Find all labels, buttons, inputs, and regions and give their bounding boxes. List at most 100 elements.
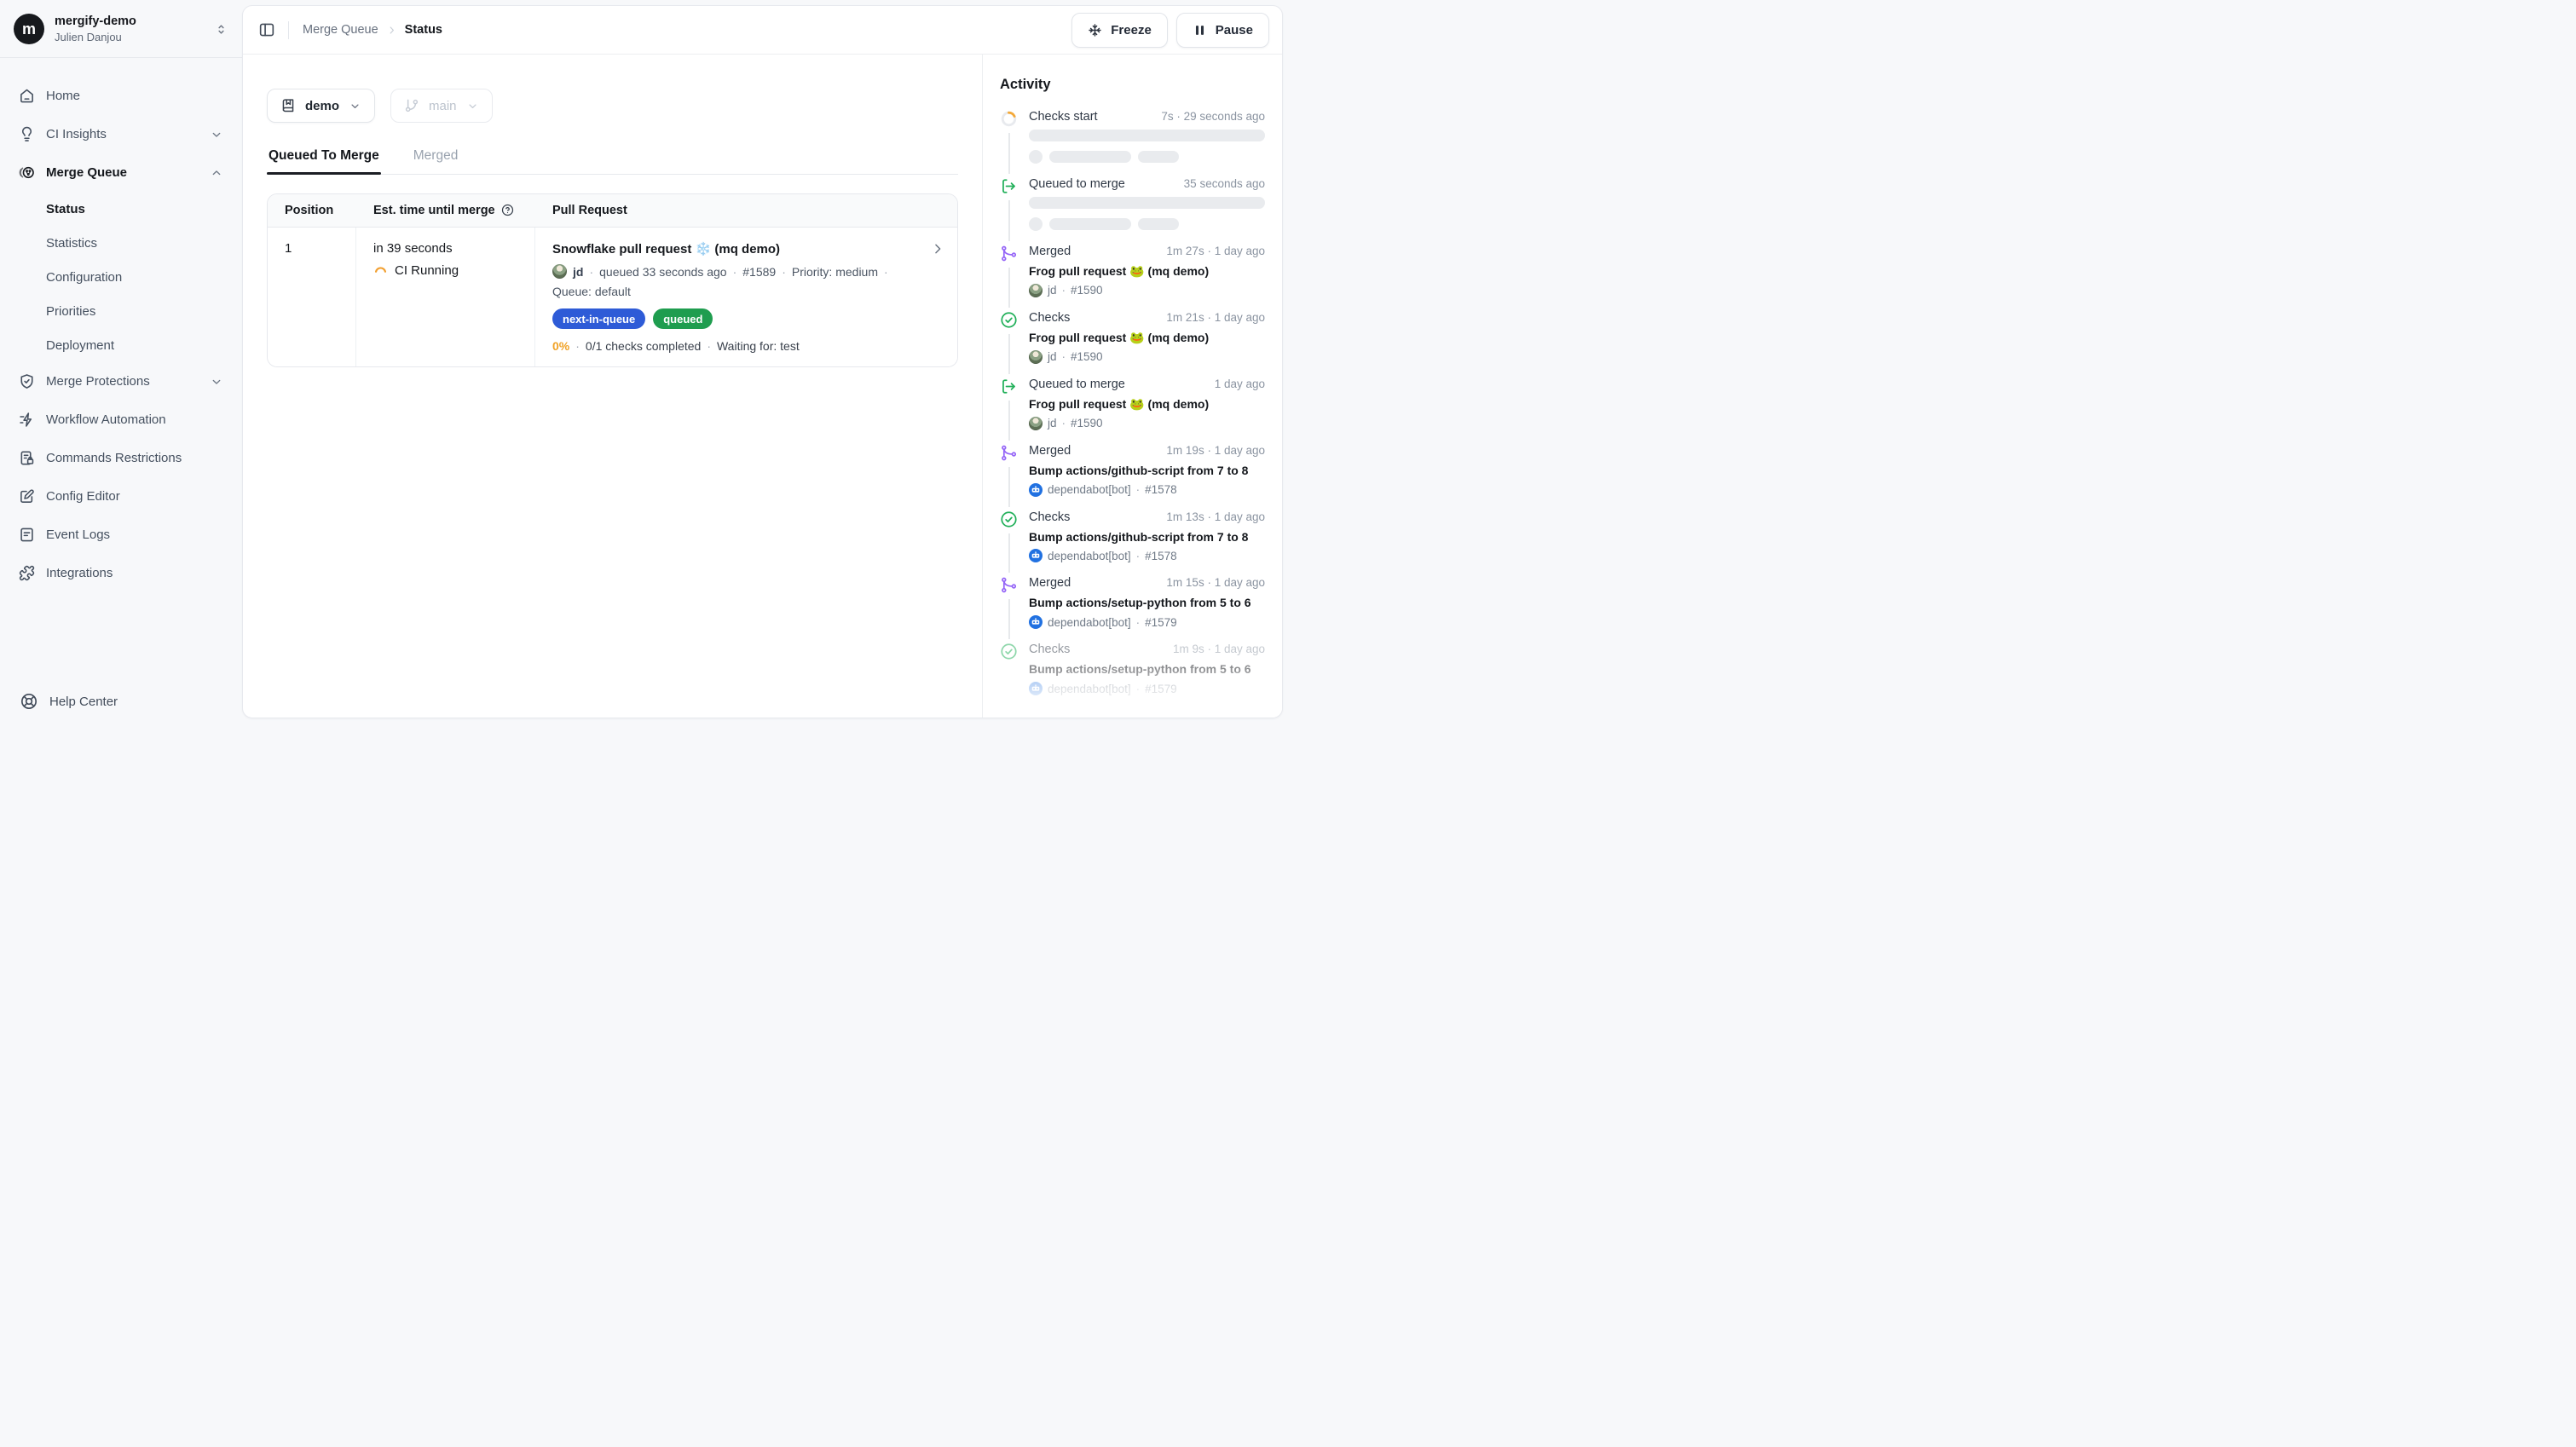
activity-item[interactable]: Merged 1m 27s · 1 day ago Frog pull requ… [1000, 245, 1265, 311]
config-editor-icon [19, 488, 35, 504]
activity-pr-number: #1590 [1071, 284, 1103, 297]
skeleton-bar [1049, 151, 1131, 163]
activity-pr-author: dependabot[bot] [1048, 483, 1131, 496]
skeleton-bar [1049, 218, 1131, 230]
repository-icon [280, 98, 296, 113]
activity-pr-meta: jd#1590 [1029, 284, 1265, 297]
activity-timestamp: 1m 15s · 1 day ago [1166, 576, 1265, 589]
pause-icon [1193, 23, 1207, 37]
pr-queued-time: queued 33 seconds ago [599, 265, 726, 279]
dependabot-avatar [1029, 615, 1043, 629]
activity-item[interactable]: Queued to merge 35 seconds ago [1000, 177, 1265, 245]
tab-queued-to-merge[interactable]: Queued To Merge [267, 148, 381, 174]
activity-item[interactable]: Merged 1m 19s · 1 day ago Bump actions/g… [1000, 444, 1265, 510]
activity-item[interactable]: Checks start 7s · 29 seconds ago [1000, 110, 1265, 177]
activity-item[interactable]: Checks 1m 9s · 1 day ago Bump actions/se… [1000, 643, 1265, 709]
help-center-label: Help Center [49, 695, 118, 709]
row-chevron-right-icon[interactable] [930, 241, 945, 257]
activity-item[interactable]: Merged 1m 15s · 1 day ago Bump actions/s… [1000, 576, 1265, 643]
activity-pr-meta: jd#1590 [1029, 417, 1265, 430]
nav-label: Event Logs [46, 527, 223, 542]
pr-title[interactable]: Snowflake pull request ❄️ (mq demo) [552, 241, 918, 257]
activity-event-label: Merged [1029, 444, 1071, 458]
sidebar-subitem-deployment[interactable]: Deployment [10, 328, 232, 362]
freeze-button[interactable]: Freeze [1071, 13, 1168, 48]
tab-merged[interactable]: Merged [412, 148, 460, 174]
sidebar-subitem-status[interactable]: Status [10, 192, 232, 226]
sidebar-subitem-statistics[interactable]: Statistics [10, 226, 232, 260]
column-header-position: Position [268, 194, 356, 228]
sidebar-item-merge-queue[interactable]: Merge Queue [10, 153, 232, 192]
org-switcher[interactable]: m mergify-demo Julien Danjou [0, 0, 242, 57]
pr-queue: Queue: default [552, 285, 918, 298]
sidebar-item-home[interactable]: Home [10, 77, 232, 115]
branch-selector[interactable]: main [390, 89, 493, 123]
sidebar-toggle-icon[interactable] [258, 21, 275, 38]
activity-event-label: Queued to merge [1029, 177, 1125, 191]
nav-sub-label: Statistics [46, 236, 97, 251]
chevron-down-icon [210, 375, 223, 389]
queue-table-row[interactable]: 1 in 39 seconds CI Running Snowfla [268, 228, 957, 366]
queued-icon [1000, 177, 1018, 195]
label-queued: queued [653, 308, 713, 329]
pr-author: jd [573, 265, 583, 279]
ci-status-label: CI Running [395, 263, 459, 278]
sidebar-item-merge-protections[interactable]: Merge Protections [10, 362, 232, 401]
activity-pr-author: jd [1048, 350, 1057, 363]
sidebar-nav: Home CI Insights Merge Queue Status Stat… [0, 58, 242, 693]
pause-button[interactable]: Pause [1176, 13, 1269, 48]
workflow-automation-icon [19, 412, 35, 428]
activity-panel: Activity Checks start 7s · 29 seconds ag… [982, 55, 1282, 718]
activity-timeline: Checks start 7s · 29 seconds ago Queued … [1000, 110, 1265, 709]
cell-pull-request: Snowflake pull request ❄️ (mq demo) jd q… [535, 228, 957, 366]
pause-label: Pause [1216, 23, 1253, 37]
activity-pr-meta: dependabot[bot]#1578 [1029, 549, 1265, 562]
help-circle-icon[interactable] [501, 204, 514, 216]
activity-timestamp: 1 day ago [1215, 378, 1265, 390]
queue-section: demo main Queued To Merge Merged [243, 55, 982, 718]
activity-pr-meta: jd #1590 [1029, 350, 1265, 364]
repository-selector[interactable]: demo [267, 89, 375, 123]
pr-priority: Priority: medium [792, 265, 878, 279]
pr-labels: next-in-queue queued [552, 308, 918, 329]
activity-event-label: Checks [1029, 311, 1070, 325]
avatar [1029, 417, 1043, 430]
activity-timestamp: 1m 19s · 1 day ago [1166, 444, 1265, 457]
activity-timestamp: 1m 9s · 1 day ago [1173, 643, 1265, 655]
activity-item[interactable]: Checks 1m 21s · 1 day ago Frog pull requ… [1000, 311, 1265, 378]
activity-pr-number: #1590 [1071, 417, 1103, 429]
activity-event-label: Checks [1029, 643, 1070, 656]
sidebar-item-commands-restrictions[interactable]: Commands Restrictions [10, 439, 232, 477]
activity-event-label: Merged [1029, 245, 1071, 258]
activity-pr-meta: dependabot[bot]#1579 [1029, 682, 1265, 695]
sidebar-item-config-editor[interactable]: Config Editor [10, 477, 232, 516]
sidebar: m mergify-demo Julien Danjou Home CI Ins… [0, 0, 242, 724]
activity-item[interactable]: Queued to merge 1 day ago Frog pull requ… [1000, 378, 1265, 444]
activity-timestamp: 7s · 29 seconds ago [1161, 110, 1265, 123]
org-account-name: Julien Danjou [55, 31, 204, 43]
sidebar-item-help-center[interactable]: Help Center [20, 693, 222, 710]
sidebar-item-integrations[interactable]: Integrations [10, 554, 232, 592]
commands-restrictions-icon [19, 450, 35, 466]
sidebar-subitem-priorities[interactable]: Priorities [10, 294, 232, 328]
spinner-icon [1000, 110, 1018, 128]
activity-pr-title: Frog pull request 🐸 (mq demo) [1029, 330, 1265, 346]
sidebar-item-ci-insights[interactable]: CI Insights [10, 115, 232, 153]
activity-pr-number: #1578 [1145, 483, 1177, 496]
activity-pr-author: dependabot[bot] [1048, 616, 1131, 629]
nav-sub-label: Priorities [46, 304, 95, 319]
merge-queue-icon [19, 164, 35, 181]
home-icon [19, 88, 35, 104]
breadcrumb-merge-queue[interactable]: Merge Queue [303, 23, 378, 37]
nav-label: Config Editor [46, 489, 223, 504]
sidebar-item-workflow-automation[interactable]: Workflow Automation [10, 401, 232, 439]
activity-pr-title: Frog pull request 🐸 (mq demo) [1029, 263, 1265, 280]
activity-event-label: Checks [1029, 510, 1070, 524]
sidebar-item-event-logs[interactable]: Event Logs [10, 516, 232, 554]
checks-waiting: Waiting for: test [717, 339, 800, 353]
activity-pr-title: Bump actions/github-script from 7 to 8 [1029, 463, 1265, 479]
activity-pr-number: #1590 [1071, 350, 1103, 363]
sidebar-subitem-configuration[interactable]: Configuration [10, 260, 232, 294]
topbar: Merge Queue Status Freeze Pause [243, 6, 1282, 55]
activity-item[interactable]: Checks 1m 13s · 1 day ago Bump actions/g… [1000, 510, 1265, 577]
